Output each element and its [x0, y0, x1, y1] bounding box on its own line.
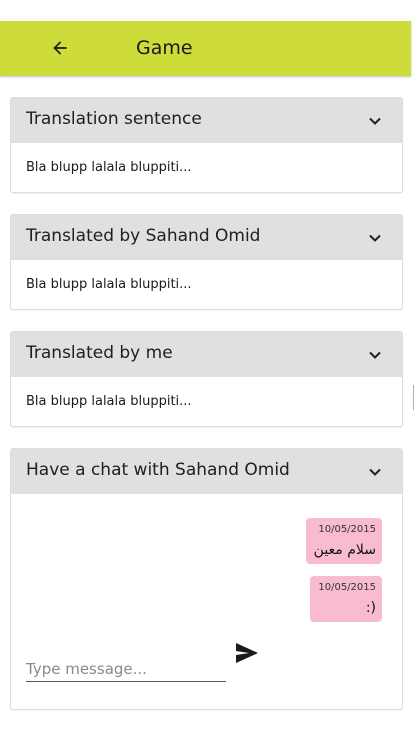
chevron-down-icon — [369, 351, 381, 359]
panel-title: Translated by me — [26, 343, 173, 363]
panel-header-chat[interactable]: Have a chat with Sahand Omid — [11, 449, 402, 494]
chat-body: 10/05/2015 سلام معین 10/05/2015 :) — [11, 494, 402, 709]
panel-chat: Have a chat with Sahand Omid 10/05/2015 … — [10, 448, 403, 710]
panel-header-translated-by-partner[interactable]: Translated by Sahand Omid — [11, 215, 402, 260]
send-icon — [236, 643, 258, 663]
panel-translation-sentence: Translation sentence Bla blupp lalala bl… — [10, 97, 403, 193]
panel-body: Bla blupp lalala bluppiti... — [26, 394, 192, 409]
arrow-left-icon — [53, 41, 67, 55]
message-text: سلام معین — [313, 542, 376, 558]
chat-message: 10/05/2015 :) — [310, 576, 382, 622]
panel-title: Translated by Sahand Omid — [26, 226, 261, 246]
chat-message: 10/05/2015 سلام معین — [305, 518, 382, 564]
back-button[interactable] — [46, 34, 74, 62]
chevron-down-icon — [369, 468, 381, 476]
message-time: 10/05/2015 — [318, 582, 376, 593]
panel-body: Bla blupp lalala bluppiti... — [26, 277, 192, 292]
page-title: Game — [136, 37, 193, 59]
message-time: 10/05/2015 — [318, 524, 376, 535]
panel-header-translation-sentence[interactable]: Translation sentence — [11, 98, 402, 143]
panel-translated-by-me: Translated by me Bla blupp lalala bluppi… — [10, 331, 403, 427]
send-button[interactable] — [235, 642, 261, 664]
game-screen: Game Translation sentence Bla blupp lala… — [0, 0, 417, 738]
chevron-down-icon — [369, 234, 381, 242]
panel-title: Have a chat with Sahand Omid — [26, 460, 290, 480]
panel-body: Bla blupp lalala bluppiti... — [26, 160, 192, 175]
panel-header-translated-by-me[interactable]: Translated by me — [11, 332, 402, 377]
app-bar: Game — [0, 21, 411, 76]
scrollbar[interactable] — [413, 385, 414, 410]
chevron-down-icon — [369, 117, 381, 125]
panel-title: Translation sentence — [26, 109, 202, 129]
message-text: :) — [365, 600, 376, 616]
panel-translated-by-partner: Translated by Sahand Omid Bla blupp lala… — [10, 214, 403, 310]
message-input[interactable] — [26, 657, 226, 682]
